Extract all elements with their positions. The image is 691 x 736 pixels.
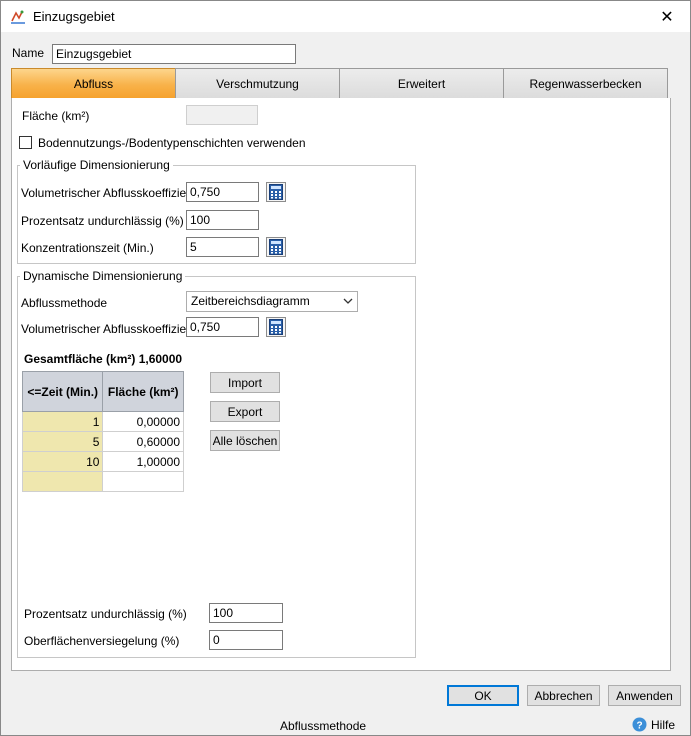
vorlaeufig-vol-calculator-button[interactable] [266, 182, 286, 202]
konzentrationszeit-label: Konzentrationszeit (Min.) [21, 241, 154, 255]
ok-button[interactable]: OK [447, 685, 519, 706]
oberflaechenversiegelung-label: Oberflächenversiegelung (%) [24, 634, 180, 648]
flaeche-input [186, 105, 258, 125]
table-cell-zeit[interactable]: 10 [21, 451, 104, 472]
help-link[interactable]: ? Hilfe [632, 717, 675, 732]
flaeche-label: Fläche (km²) [22, 109, 90, 123]
name-label: Name [12, 46, 45, 60]
dynamisch-vol-label: Volumetrischer Abflusskoeffizient [21, 322, 197, 336]
dynamisch-prozent-label: Prozentsatz undurchlässig (%) [24, 607, 187, 621]
import-button[interactable]: Import [210, 372, 280, 393]
table-cell-zeit[interactable]: 5 [21, 431, 104, 452]
table-cell-flaeche[interactable] [102, 471, 184, 492]
table-cell-flaeche[interactable]: 1,00000 [102, 451, 184, 472]
app-icon [11, 10, 25, 24]
dynamisch-vol-input[interactable] [186, 317, 259, 337]
vorlaeufig-prozent-input[interactable] [186, 210, 259, 230]
table-cell-zeit[interactable]: 1 [21, 411, 104, 432]
window-title: Einzugsgebiet [33, 9, 115, 24]
svg-text:?: ? [636, 720, 642, 731]
column-header-flaeche[interactable]: Fläche (km²) [102, 371, 184, 412]
calculator-icon [269, 184, 283, 200]
table-row: 10 1,00000 [21, 451, 184, 472]
vorlaeufig-group: Vorläufige Dimensionierung Volumetrische… [17, 158, 416, 264]
help-icon: ? [632, 717, 647, 732]
tab-erweitert[interactable]: Erweitert [339, 68, 504, 99]
export-button[interactable]: Export [210, 401, 280, 422]
dynamisch-vol-calculator-button[interactable] [266, 317, 286, 337]
dynamisch-prozent-input[interactable] [209, 603, 283, 623]
vorlaeufig-vol-label: Volumetrischer Abflusskoeffizient [21, 186, 197, 200]
table-cell-flaeche[interactable]: 0,00000 [102, 411, 184, 432]
table-row: 5 0,60000 [21, 431, 184, 452]
dynamisch-title: Dynamische Dimensionierung [20, 269, 186, 283]
help-label: Hilfe [651, 717, 676, 732]
dialog-window: Einzugsgebiet ✕ Name Abfluss Verschmutzu… [0, 0, 691, 736]
table-cell-flaeche[interactable]: 0,60000 [102, 431, 184, 452]
apply-button[interactable]: Anwenden [608, 685, 681, 706]
close-button[interactable]: ✕ [644, 1, 690, 32]
title-bar: Einzugsgebiet ✕ [1, 1, 690, 32]
alle-loeschen-button[interactable]: Alle löschen [210, 430, 280, 451]
table-row: 1 0,00000 [21, 411, 184, 432]
table-cell-zeit[interactable] [21, 471, 104, 492]
table-row-new [21, 471, 184, 492]
name-input[interactable] [52, 44, 296, 64]
bodennutzung-checkbox[interactable] [19, 136, 32, 149]
bodennutzung-label: Bodennutzungs-/Bodentypenschichten verwe… [38, 136, 306, 150]
close-icon: ✕ [660, 8, 674, 26]
gesamtflaeche-label: Gesamtfläche (km²) 1,60000 [24, 352, 183, 366]
cancel-button[interactable]: Abbrechen [527, 685, 600, 706]
calculator-icon [269, 239, 283, 255]
chevron-down-icon [343, 298, 353, 304]
vorlaeufig-prozent-label: Prozentsatz undurchlässig (%) [21, 214, 184, 228]
konzentrationszeit-input[interactable] [186, 237, 259, 257]
vorlaeufig-vol-input[interactable] [186, 182, 259, 202]
abflussmethode-value: Zeitbereichsdiagramm [191, 294, 310, 308]
tab-abfluss[interactable]: Abfluss [11, 68, 176, 99]
dynamisch-group: Dynamische Dimensionierung Abflussmethod… [17, 269, 416, 658]
konzentrationszeit-calculator-button[interactable] [266, 237, 286, 257]
abflussmethode-label: Abflussmethode [21, 296, 108, 310]
status-text: Abflussmethode [280, 719, 367, 733]
oberflaechenversiegelung-input[interactable] [209, 630, 283, 650]
tab-panel-abfluss: Fläche (km²) Bodennutzungs-/Bodentypensc… [11, 98, 671, 671]
calculator-icon [269, 319, 283, 335]
tab-bar: Abfluss Verschmutzung Erweitert Regenwas… [11, 68, 668, 99]
zeitbereich-table: <=Zeit (Min.) Fläche (km²) 1 0,00000 5 0… [21, 371, 184, 492]
tab-regenwasserbecken[interactable]: Regenwasserbecken [503, 68, 668, 99]
column-header-zeit[interactable]: <=Zeit (Min.) [21, 371, 104, 412]
tab-verschmutzung[interactable]: Verschmutzung [175, 68, 340, 99]
abflussmethode-select[interactable]: Zeitbereichsdiagramm [186, 291, 358, 312]
vorlaeufig-title: Vorläufige Dimensionierung [20, 158, 173, 172]
